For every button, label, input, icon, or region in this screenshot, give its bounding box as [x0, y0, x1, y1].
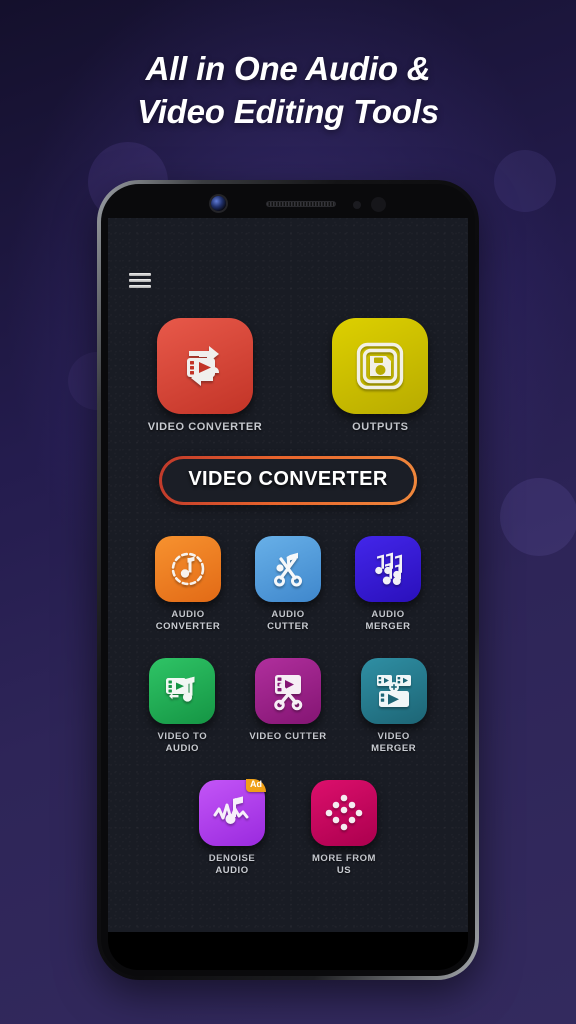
audio-merger-notes-icon[interactable] [355, 536, 421, 602]
more-apps-dots-icon[interactable] [311, 780, 377, 846]
hamburger-bar [129, 273, 151, 276]
tile-audio-cutter[interactable]: AUDIO CUTTER [255, 536, 321, 632]
video-cutter-scissors-icon[interactable] [254, 658, 321, 724]
tile-more-from-us[interactable]: MORE FROM US [311, 780, 377, 876]
page-title-line-1: All in One Audio & [145, 50, 431, 87]
tile-label: OUTPUTS [352, 421, 409, 433]
audio-converter-note-icon[interactable] [155, 536, 221, 602]
ambient-light-sensor-icon [371, 197, 386, 212]
tile-denoise-audio[interactable]: Ad DENOISE AUDIO [199, 779, 266, 876]
tile-row-audio: AUDIO CONVERTER AUDIO CUTTER AUDIO MERGE… [108, 536, 468, 632]
primary-tile-row: VIDEO CONVERTER OUTPUTS [108, 318, 468, 434]
tile-label: VIDEO TO AUDIO [157, 731, 208, 754]
tile-label: AUDIO CUTTER [267, 609, 309, 632]
hamburger-menu-icon[interactable] [129, 273, 151, 288]
video-converter-cta-button[interactable]: VIDEO CONVERTER [159, 456, 417, 505]
floppy-disk-save-icon[interactable] [332, 318, 429, 414]
tile-row-video: VIDEO TO AUDIO VIDEO CUTTER VIDEO MERGER [108, 658, 468, 754]
tile-label: MORE FROM US [311, 853, 377, 876]
tile-outputs[interactable]: OUTPUTS [332, 318, 429, 434]
earpiece-speaker-icon [266, 201, 336, 207]
tile-label: DENOISE AUDIO [208, 853, 256, 876]
page-title-line-2: Video Editing Tools [137, 92, 439, 130]
phone-mockup: VIDEO CONVERTER OUTPUTS VIDEO CONVERTER … [97, 180, 479, 980]
phone-chin [108, 932, 468, 970]
tile-video-to-audio[interactable]: VIDEO TO AUDIO [149, 658, 216, 754]
phone-screen: VIDEO CONVERTER OUTPUTS VIDEO CONVERTER … [108, 218, 468, 932]
cta-button-wrapper: VIDEO CONVERTER [108, 456, 468, 505]
cta-button-label: VIDEO CONVERTER [162, 459, 414, 502]
hamburger-bar [129, 279, 151, 282]
phone-body: VIDEO CONVERTER OUTPUTS VIDEO CONVERTER … [101, 184, 475, 976]
tile-audio-merger[interactable]: AUDIO MERGER [355, 536, 421, 632]
tile-video-cutter[interactable]: VIDEO CUTTER [249, 658, 326, 754]
video-to-audio-icon[interactable] [149, 658, 216, 724]
decorative-circle [500, 478, 576, 556]
tile-label: AUDIO MERGER [365, 609, 411, 632]
ad-badge: Ad [246, 779, 266, 792]
video-converter-icon[interactable] [156, 318, 253, 414]
tile-label: VIDEO CONVERTER [147, 421, 263, 433]
tile-label: VIDEO MERGER [371, 731, 417, 754]
decorative-circle [494, 150, 556, 212]
tile-label: VIDEO CUTTER [249, 731, 327, 742]
audio-cutter-scissors-icon[interactable] [255, 536, 321, 602]
tile-video-converter[interactable]: VIDEO CONVERTER [148, 318, 263, 434]
tile-video-merger[interactable]: VIDEO MERGER [360, 658, 427, 754]
tile-label: AUDIO CONVERTER [155, 609, 221, 632]
hamburger-bar [129, 285, 151, 288]
page-title: All in One Audio & Video Editing Tools [0, 48, 576, 134]
tile-audio-converter[interactable]: AUDIO CONVERTER [155, 536, 221, 632]
video-merger-icon[interactable] [360, 658, 427, 724]
denoise-audio-waveform-icon[interactable]: Ad [199, 779, 266, 846]
front-camera-icon [211, 196, 226, 211]
proximity-sensor-icon [353, 201, 361, 209]
tile-row-extras: Ad DENOISE AUDIO MORE FROM US [108, 779, 468, 876]
phone-sensor-bar [108, 190, 468, 220]
